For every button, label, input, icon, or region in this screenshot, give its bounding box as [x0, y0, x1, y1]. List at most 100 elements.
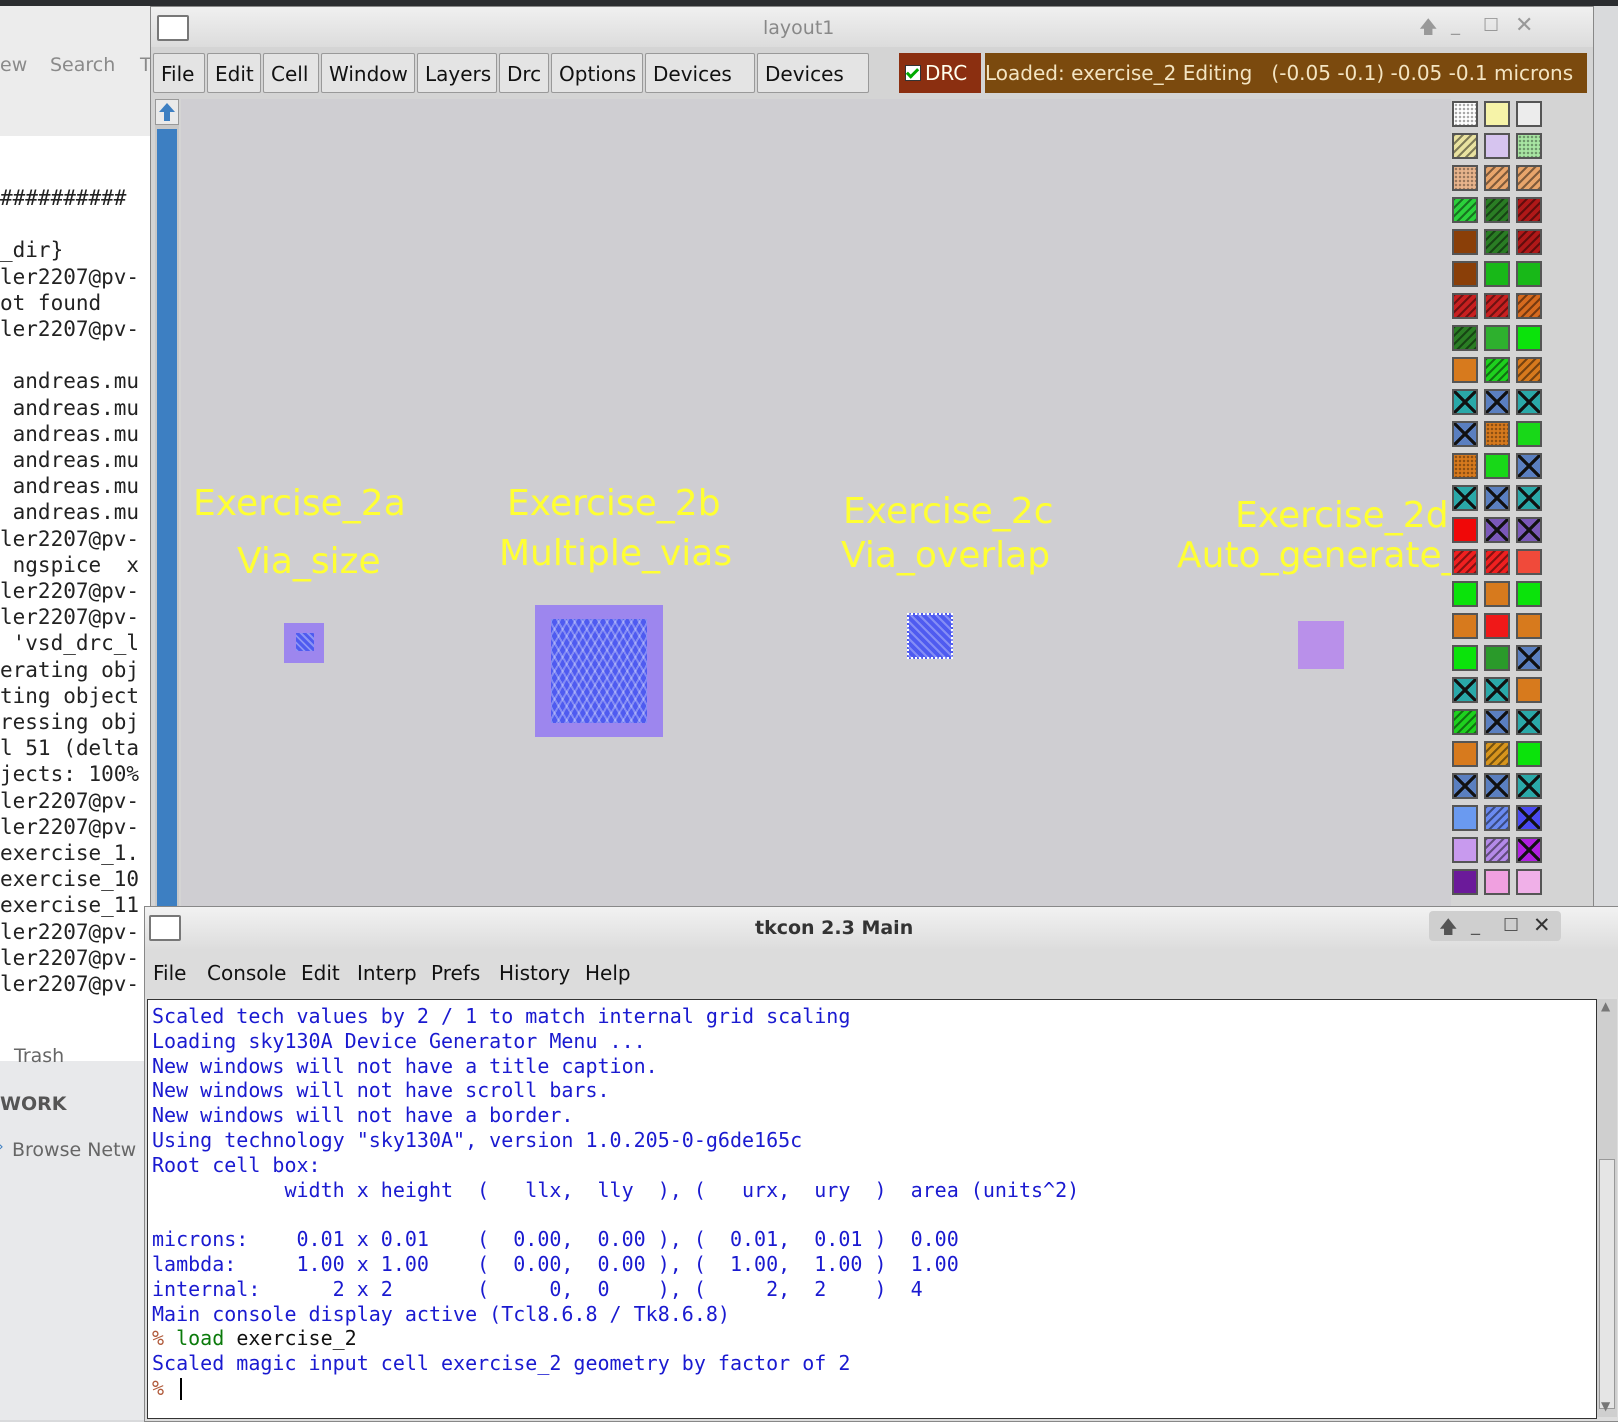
layer-swatch[interactable]	[1516, 581, 1542, 607]
layer-swatch[interactable]	[1484, 165, 1510, 191]
layer-swatch[interactable]	[1484, 453, 1510, 479]
metal-rect-2b[interactable]	[535, 605, 663, 737]
layer-swatch[interactable]	[1484, 709, 1510, 735]
layer-swatch[interactable]	[1516, 357, 1542, 383]
window-menu-icon[interactable]	[149, 915, 181, 941]
layer-swatch[interactable]	[1516, 229, 1542, 255]
layer-swatch[interactable]	[1484, 741, 1510, 767]
menu-edit[interactable]: Edit	[207, 53, 261, 93]
layer-swatch[interactable]	[1452, 101, 1478, 127]
layer-swatch[interactable]	[1452, 325, 1478, 351]
layer-swatch[interactable]	[1484, 517, 1510, 543]
via-array-2b[interactable]	[551, 619, 647, 723]
tk-menu-history[interactable]: History	[499, 961, 570, 985]
menu-window[interactable]: Window	[321, 53, 415, 93]
layer-swatch[interactable]	[1484, 805, 1510, 831]
tkcon-titlebar[interactable]: tkcon 2.3 Main 🡅 _ ☐ ✕	[145, 907, 1618, 947]
layer-swatch[interactable]	[1516, 741, 1542, 767]
layer-swatch[interactable]	[1516, 325, 1542, 351]
layer-swatch[interactable]	[1516, 453, 1542, 479]
layer-swatch[interactable]	[1452, 133, 1478, 159]
layer-swatch[interactable]	[1516, 805, 1542, 831]
layer-swatch[interactable]	[1452, 613, 1478, 639]
layer-swatch[interactable]	[1452, 261, 1478, 287]
layer-swatch[interactable]	[1452, 549, 1478, 575]
layer-swatch[interactable]	[1452, 741, 1478, 767]
layer-swatch[interactable]	[1516, 613, 1542, 639]
tk-menu-help[interactable]: Help	[585, 961, 631, 985]
via-rect-2a[interactable]	[296, 633, 314, 651]
tk-menu-prefs[interactable]: Prefs	[431, 961, 480, 985]
vertical-scrollbar[interactable]	[155, 99, 179, 907]
layer-swatch[interactable]	[1484, 549, 1510, 575]
layer-swatch[interactable]	[1484, 229, 1510, 255]
tk-menu-console[interactable]: Console	[207, 961, 286, 985]
menu-drc[interactable]: Drc	[499, 53, 549, 93]
console-input-line[interactable]: %	[152, 1376, 182, 1400]
layer-swatch[interactable]	[1484, 613, 1510, 639]
menu-devices-2[interactable]: Devices 2	[757, 53, 869, 126]
layer-swatch[interactable]	[1484, 677, 1510, 703]
layer-swatch[interactable]	[1452, 293, 1478, 319]
layer-swatch[interactable]	[1484, 581, 1510, 607]
layout-canvas[interactable]: Exercise_2a Via_size Exercise_2b Multipl…	[181, 99, 1451, 907]
bg-menu-search[interactable]: Search	[50, 54, 115, 76]
console-scrollbar[interactable]: ▲ ▼	[1597, 999, 1617, 1417]
close-icon[interactable]: ✕	[1533, 913, 1551, 937]
menu-cell[interactable]: Cell	[263, 53, 319, 93]
layer-swatch[interactable]	[1484, 773, 1510, 799]
scroll-up-icon[interactable]: ▲	[1601, 999, 1610, 1013]
shade-icon[interactable]: 🡅	[1419, 15, 1438, 45]
sidebar-browse-network[interactable]: Browse Netw	[12, 1139, 136, 1161]
menu-file[interactable]: File	[153, 53, 205, 93]
layer-swatch[interactable]	[1516, 869, 1542, 895]
console-scroll-thumb[interactable]	[1599, 1159, 1615, 1409]
tk-menu-interp[interactable]: Interp	[357, 961, 417, 985]
layer-swatch[interactable]	[1452, 581, 1478, 607]
layer-swatch[interactable]	[1516, 197, 1542, 223]
layer-swatch[interactable]	[1452, 165, 1478, 191]
close-icon[interactable]: ✕	[1515, 13, 1533, 38]
via-rect-2c[interactable]	[907, 613, 953, 659]
layer-swatch[interactable]	[1452, 773, 1478, 799]
layer-swatch[interactable]	[1516, 261, 1542, 287]
layer-swatch[interactable]	[1484, 101, 1510, 127]
layer-swatch[interactable]	[1516, 709, 1542, 735]
layer-swatch[interactable]	[1516, 837, 1542, 863]
layer-swatch[interactable]	[1484, 357, 1510, 383]
layer-swatch[interactable]	[1516, 165, 1542, 191]
layer-swatch[interactable]	[1516, 517, 1542, 543]
layer-swatch[interactable]	[1452, 517, 1478, 543]
maximize-icon[interactable]: ☐	[1503, 915, 1519, 936]
layer-swatch[interactable]	[1484, 869, 1510, 895]
layer-swatch[interactable]	[1452, 677, 1478, 703]
scroll-thumb[interactable]	[157, 129, 177, 907]
layer-swatch[interactable]	[1484, 197, 1510, 223]
layout-titlebar[interactable]: layout1 🡅 _ ☐ ✕	[151, 7, 1593, 47]
layer-swatch[interactable]	[1516, 421, 1542, 447]
layer-swatch[interactable]	[1452, 485, 1478, 511]
scroll-down-icon[interactable]: ▼	[1601, 1399, 1610, 1413]
layer-swatch[interactable]	[1516, 645, 1542, 671]
layer-swatch[interactable]	[1484, 293, 1510, 319]
layer-swatch[interactable]	[1516, 293, 1542, 319]
layer-swatch[interactable]	[1452, 869, 1478, 895]
maximize-icon[interactable]: ☐	[1483, 15, 1499, 36]
metal-rect-2d[interactable]	[1298, 621, 1344, 669]
layer-swatch[interactable]	[1516, 549, 1542, 575]
layer-swatch[interactable]	[1452, 197, 1478, 223]
layer-swatch[interactable]	[1452, 837, 1478, 863]
layer-swatch[interactable]	[1452, 805, 1478, 831]
layer-swatch[interactable]	[1484, 837, 1510, 863]
layer-swatch[interactable]	[1452, 229, 1478, 255]
bg-menu-view[interactable]: ew	[0, 54, 27, 76]
layer-swatch[interactable]	[1452, 389, 1478, 415]
shade-icon[interactable]: 🡅	[1439, 915, 1458, 945]
layer-swatch[interactable]	[1484, 421, 1510, 447]
window-menu-icon[interactable]	[157, 15, 189, 41]
scroll-up-arrow-icon[interactable]	[155, 99, 179, 125]
menu-options[interactable]: Options	[551, 53, 643, 93]
drc-toggle[interactable]: DRC	[899, 53, 981, 93]
layer-swatch[interactable]	[1516, 485, 1542, 511]
layer-swatch[interactable]	[1484, 261, 1510, 287]
